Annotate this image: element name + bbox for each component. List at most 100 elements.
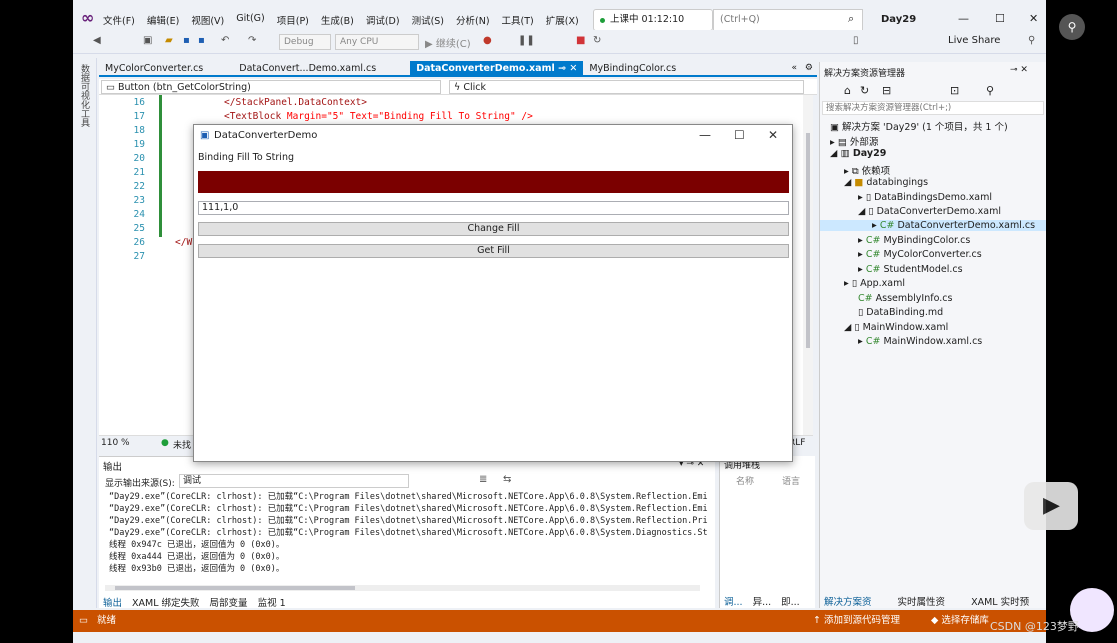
tab-output[interactable]: 输出 — [103, 595, 122, 609]
collapse-arrow-icon[interactable]: ◢ — [844, 322, 851, 333]
tree-item-databinding-md[interactable]: ▯ DataBinding.md — [858, 307, 943, 318]
overlay-search-icon[interactable]: ⚲ — [1059, 14, 1085, 40]
member-dropdown-right[interactable]: ϟ Click — [449, 80, 804, 94]
undo-icon[interactable]: ↶ — [221, 35, 229, 46]
clear-all-icon[interactable]: ⇆ — [503, 474, 511, 485]
pause-icon[interactable]: ❚❚ — [518, 35, 535, 46]
back-icon[interactable]: ◀ — [93, 35, 101, 46]
collapse-arrow-icon[interactable]: ◢ — [830, 148, 837, 159]
menu-view[interactable]: 视图(V) — [191, 13, 224, 27]
tree-item-mybindingcolor[interactable]: ▸ C# MyBindingColor.cs — [858, 235, 970, 246]
tab-callstack[interactable]: 调... — [724, 594, 743, 608]
tree-item-external[interactable]: ▸ ▤ 外部源 — [830, 134, 878, 148]
stop-icon[interactable]: ■ — [576, 35, 585, 46]
output-hscrollbar[interactable] — [105, 585, 700, 591]
tab-settings-icon[interactable]: ⚙ — [805, 63, 813, 73]
platform-dropdown[interactable]: Any CPU — [335, 34, 419, 50]
live-share-button[interactable]: Live Share — [948, 35, 1000, 46]
tree-item-dataconverterdemo-cs[interactable]: ▸ C# DataConverterDemo.xaml.cs — [820, 220, 1046, 231]
tab-dataconverter-xaml[interactable]: DataConverterDemo.xaml ⊸ ✕ — [410, 61, 584, 77]
config-dropdown[interactable]: Debug — [279, 34, 331, 50]
get-fill-button[interactable]: Get Fill — [198, 244, 789, 258]
color-textbox[interactable]: 111,1,0 — [198, 201, 789, 215]
tab-exceptions[interactable]: 异... — [753, 594, 772, 608]
live-session-badge[interactable]: 上课中 01:12:10 — [593, 9, 713, 31]
expand-icon[interactable]: ▸ — [844, 166, 849, 177]
refresh-icon[interactable]: ↻ — [860, 84, 869, 97]
menu-file[interactable]: 文件(F) — [103, 13, 135, 27]
menu-debug[interactable]: 调试(D) — [366, 13, 400, 27]
continue-button[interactable]: ▶ 继续(C) — [425, 35, 471, 50]
tab-dataconverter-cs[interactable]: DataConvert...Demo.xaml.cs — [233, 61, 382, 77]
tree-item-mycolorconverter[interactable]: ▸ C# MyColorConverter.cs — [858, 249, 982, 260]
collapse-arrow-icon[interactable]: ◢ — [858, 206, 865, 217]
tab-immediate[interactable]: 即... — [781, 594, 800, 608]
collapse-icon[interactable]: ⊟ — [882, 84, 891, 97]
member-dropdown-left[interactable]: ▭ Button (btn_GetColorString) — [101, 80, 441, 94]
menu-project[interactable]: 项目(P) — [277, 13, 309, 27]
tree-item-assemblyinfo[interactable]: C# AssemblyInfo.cs — [858, 293, 952, 304]
tree-item-dependencies[interactable]: ▸ ⧉ 依赖项 — [844, 163, 890, 177]
hscroll-thumb[interactable] — [115, 586, 355, 590]
tree-item-app-xaml[interactable]: ▸ ▯ App.xaml — [844, 278, 905, 289]
select-repo-button[interactable]: ◆ 选择存储库 — [931, 610, 989, 632]
tab-xaml-binding[interactable]: XAML 绑定失败 — [132, 595, 200, 609]
issues-status[interactable]: 未找 — [173, 438, 191, 451]
expand-icon[interactable]: ▸ — [858, 249, 863, 260]
search-icon[interactable]: ⌕ — [848, 12, 854, 26]
tree-item-project[interactable]: ◢ ▥ Day29 — [830, 148, 886, 159]
solution-search-input[interactable]: 搜索解决方案资源管理器(Ctrl+;) — [822, 101, 1044, 115]
open-folder-icon[interactable]: ▰ — [165, 35, 173, 46]
menu-tools[interactable]: 工具(T) — [502, 13, 534, 27]
maximize-icon[interactable]: ☐ — [995, 12, 1005, 25]
status-feedback-icon[interactable]: ▭ — [79, 610, 88, 632]
tab-overflow-icon[interactable]: « — [791, 63, 797, 73]
expand-icon[interactable]: ▸ — [830, 137, 835, 148]
new-project-icon[interactable]: ▣ — [143, 35, 152, 46]
word-wrap-icon[interactable]: ≣ — [479, 474, 487, 485]
tab-watch[interactable]: 监视 1 — [258, 595, 286, 609]
bookmark-icon[interactable]: ▯ — [853, 35, 859, 46]
tree-item-databindingsdemo[interactable]: ▸ ▯ DataBindingsDemo.xaml — [858, 192, 992, 203]
scroll-thumb[interactable] — [806, 133, 810, 348]
tree-item-solution[interactable]: ▣ 解决方案 'Day29' (1 个项目，共 1 个) — [830, 119, 1008, 133]
window-maximize-icon[interactable]: ☐ — [734, 128, 745, 142]
tree-item-studentmodel[interactable]: ▸ C# StudentModel.cs — [858, 264, 963, 275]
preview-icon[interactable]: ⊡ — [950, 84, 959, 97]
save-icon[interactable]: ▪ — [183, 35, 190, 46]
feedback-icon[interactable]: ⚲ — [1028, 35, 1035, 46]
expand-icon[interactable]: ▸ — [858, 336, 863, 347]
data-vis-tool-tab[interactable]: 数据可视化工具 — [78, 64, 91, 127]
menu-edit[interactable]: 编辑(E) — [147, 13, 179, 27]
menu-analyze[interactable]: 分析(N) — [456, 13, 490, 27]
change-fill-button[interactable]: Change Fill — [198, 222, 789, 236]
output-source-dropdown[interactable]: 调试 — [179, 474, 409, 488]
tab-mybindingcolor[interactable]: MyBindingColor.cs — [583, 61, 682, 77]
hot-reload-icon[interactable]: ● — [483, 35, 492, 46]
expand-icon[interactable]: ▸ — [844, 278, 849, 289]
tree-item-mainwindow-cs[interactable]: ▸ C# MainWindow.xaml.cs — [858, 336, 982, 347]
collapse-arrow-icon[interactable]: ◢ — [844, 177, 851, 188]
zoom-level[interactable]: 110 % — [101, 438, 130, 448]
minimize-icon[interactable]: — — [958, 12, 969, 25]
expand-icon[interactable]: ▸ — [872, 220, 877, 231]
close-icon[interactable]: ✕ — [1029, 12, 1038, 25]
pin-icon[interactable]: ⊸ — [558, 63, 566, 74]
home-icon[interactable]: ⌂ — [844, 84, 851, 97]
tree-item-databingings[interactable]: ◢ ■ databingings — [844, 177, 928, 188]
menu-test[interactable]: 测试(S) — [412, 13, 444, 27]
menu-git[interactable]: Git(G) — [236, 13, 265, 27]
window-close-icon[interactable]: ✕ — [768, 128, 778, 142]
editor-scrollbar[interactable] — [803, 95, 813, 435]
menu-extensions[interactable]: 扩展(X) — [546, 13, 579, 27]
expand-icon[interactable]: ▸ — [858, 235, 863, 246]
tab-mycolorconverter[interactable]: MyColorConverter.cs — [99, 61, 209, 77]
restart-icon[interactable]: ↻ — [593, 35, 601, 46]
expand-icon[interactable]: ▸ — [858, 264, 863, 275]
video-play-button[interactable]: ▶ — [1024, 482, 1078, 530]
window-minimize-icon[interactable]: — — [699, 128, 711, 142]
tree-item-mainwindow-xaml[interactable]: ◢ ▯ MainWindow.xaml — [844, 322, 948, 333]
redo-icon[interactable]: ↷ — [248, 35, 256, 46]
pane-pin-icon[interactable]: ⊸ ✕ — [1010, 65, 1028, 75]
add-source-control-button[interactable]: ↑ 添加到源代码管理 — [813, 610, 900, 632]
